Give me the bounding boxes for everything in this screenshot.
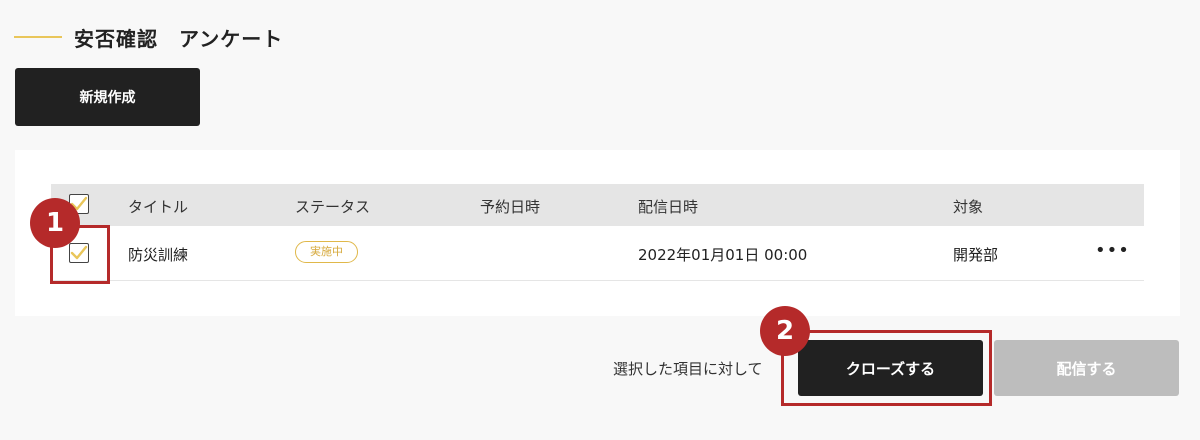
highlight-box-close — [781, 330, 992, 406]
header-scheduled[interactable]: 予約日時 — [480, 196, 540, 217]
page-title: 安否確認 アンケート — [74, 26, 284, 51]
new-create-button[interactable]: 新規作成 — [15, 68, 200, 126]
bulk-action-label: 選択した項目に対して — [613, 360, 763, 378]
row-target: 開発部 — [953, 246, 999, 264]
step-marker-2: 2 — [760, 306, 810, 356]
row-delivered: 2022年01月01日 00:00 — [638, 246, 808, 264]
table-header: タイトル ステータス 予約日時 配信日時 対象 — [51, 184, 1144, 226]
header-status[interactable]: ステータス — [295, 196, 370, 217]
page-header: 安否確認 アンケート — [14, 22, 283, 52]
survey-list-panel: タイトル ステータス 予約日時 配信日時 対象 防災訓練 実施中 2022年01… — [15, 150, 1180, 316]
survey-table: タイトル ステータス 予約日時 配信日時 対象 防災訓練 実施中 2022年01… — [51, 184, 1144, 281]
header-title[interactable]: タイトル — [128, 196, 188, 217]
step-marker-1: 1 — [30, 198, 80, 248]
more-icon[interactable]: ••• — [1095, 240, 1130, 261]
status-badge: 実施中 — [295, 241, 358, 263]
row-title[interactable]: 防災訓練 — [128, 244, 188, 265]
row-status-cell: 実施中 — [295, 241, 358, 263]
header-target[interactable]: 対象 — [953, 196, 983, 217]
title-accent-line — [14, 36, 62, 38]
header-delivered[interactable]: 配信日時 — [638, 196, 698, 217]
table-row[interactable]: 防災訓練 実施中 2022年01月01日 00:00 開発部 ••• — [51, 226, 1144, 281]
send-button[interactable]: 配信する — [994, 340, 1179, 396]
